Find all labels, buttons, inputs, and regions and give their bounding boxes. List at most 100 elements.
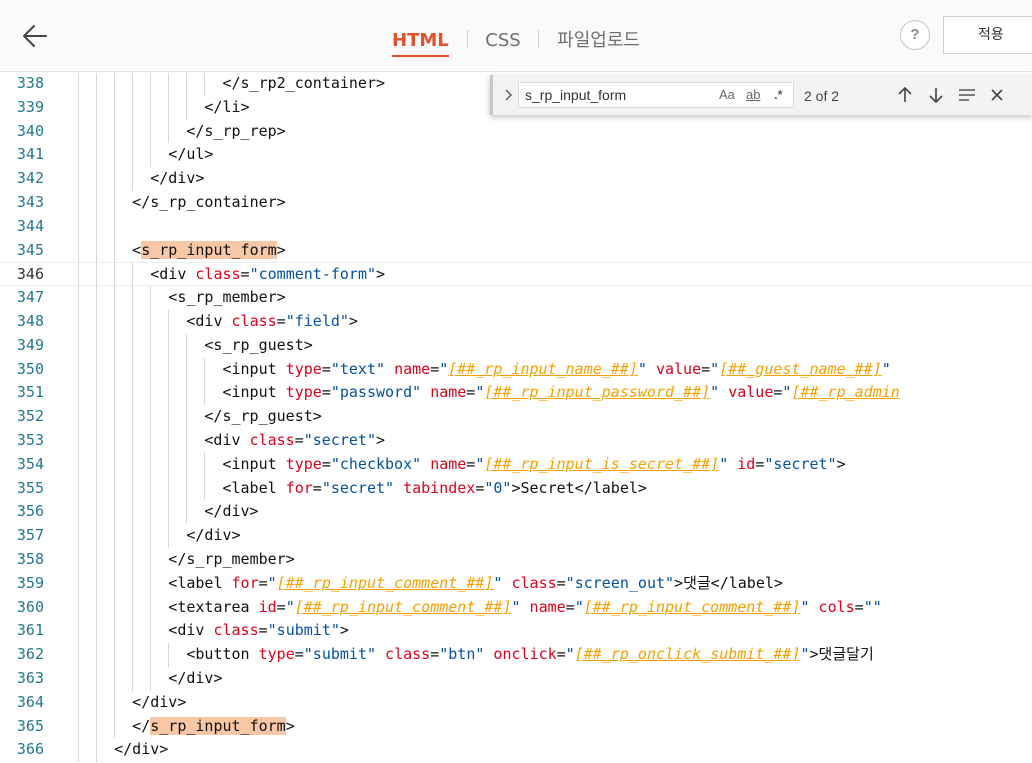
code-line[interactable]: 342 </div> xyxy=(0,167,1032,191)
code-line[interactable]: 361 <div class="submit"> xyxy=(0,619,1032,644)
code-line[interactable]: 359 <label for="[##_rp_input_comment_##]"… xyxy=(0,571,1032,596)
indent-guide xyxy=(150,310,152,334)
code-token: >Secret</label> xyxy=(511,478,647,497)
match-case-toggle[interactable]: Aa xyxy=(719,87,735,102)
close-icon[interactable] xyxy=(985,83,1009,107)
tab-html[interactable]: HTML xyxy=(392,26,449,57)
code-token: <s_rp_guest> xyxy=(204,335,313,354)
code-token: > xyxy=(276,240,286,259)
code-line[interactable]: 355 <label for="secret" tabindex="0">Secr… xyxy=(0,476,1032,501)
code-text: <s_rp_member> xyxy=(168,286,285,310)
attribute-value: "submit" xyxy=(303,645,377,664)
line-number: 361 xyxy=(16,621,44,640)
line-number: 356 xyxy=(16,502,44,521)
code-line[interactable]: 358 </s_rp_member> xyxy=(0,548,1032,572)
code-token: </li> xyxy=(204,97,250,116)
regex-toggle[interactable]: .* xyxy=(774,87,783,102)
code-token: <button xyxy=(186,645,259,664)
attribute-value: " xyxy=(710,383,720,402)
attribute-value: "checkbox" xyxy=(330,454,422,473)
code-text: <s_rp_input_form> xyxy=(132,239,286,263)
whole-word-toggle[interactable]: ab xyxy=(746,87,760,102)
line-number: 360 xyxy=(16,597,44,616)
indent-guide xyxy=(150,405,152,429)
code-line[interactable]: 347 <s_rp_member> xyxy=(0,286,1032,310)
indent-guide xyxy=(78,214,79,239)
tab-file-upload[interactable]: 파일업로드 xyxy=(557,22,640,58)
code-line[interactable]: 343 </s_rp_container> xyxy=(0,191,1032,215)
find-in-selection-icon[interactable] xyxy=(955,83,979,107)
next-match-icon[interactable] xyxy=(924,83,948,107)
indent-guide xyxy=(78,524,79,548)
code-token: < xyxy=(132,240,142,259)
indent-guide xyxy=(204,381,206,406)
code-line[interactable]: 352 </s_rp_guest> xyxy=(0,405,1032,429)
tab-css[interactable]: CSS xyxy=(485,26,520,57)
indent-guide xyxy=(168,500,170,525)
attribute-name: type xyxy=(285,359,322,378)
attribute-value: " xyxy=(565,645,575,664)
line-number: 359 xyxy=(16,573,44,592)
indent-guide xyxy=(96,286,98,310)
attribute-name: type xyxy=(285,454,322,473)
indent-guide xyxy=(114,571,116,596)
indent-guide xyxy=(78,548,79,572)
indent-guide xyxy=(96,310,98,334)
code-editor[interactable]: 338 </s_rp2_container> 339 </li> 340 </s_rp_r… xyxy=(0,73,1032,763)
chevron-right-icon[interactable] xyxy=(501,85,517,105)
code-text: <div class="secret"> xyxy=(204,429,385,453)
code-line[interactable]: 354 <input type="checkbox" name="[##_rp_i… xyxy=(0,452,1032,477)
code-token: = xyxy=(466,454,476,473)
code-token: = xyxy=(312,478,322,497)
code-token: = xyxy=(276,312,286,330)
line-number: 338 xyxy=(16,74,44,92)
code-text: <label for="secret" tabindex="0">Secret<… xyxy=(222,477,646,501)
code-line[interactable]: 340 </s_rp_rep> xyxy=(0,119,1032,144)
indent-guide xyxy=(78,595,79,620)
indent-guide xyxy=(168,119,170,144)
indent-guide xyxy=(150,73,152,96)
indent-guide xyxy=(78,714,79,739)
code-line[interactable]: 346 <div class="comment-form"> xyxy=(0,262,1032,287)
indent-guide xyxy=(114,381,116,406)
code-line[interactable]: 344 xyxy=(0,214,1032,239)
code-line[interactable]: 351 <input type="password" name="[##_rp_i… xyxy=(0,381,1032,406)
code-text: <div class="submit"> xyxy=(168,619,349,643)
code-line[interactable]: 364 </div> xyxy=(0,690,1032,715)
code-line[interactable]: 353 <div class="secret"> xyxy=(0,429,1032,453)
code-text: </s_rp2_container> xyxy=(222,73,385,96)
code-line[interactable]: 356 </div> xyxy=(0,500,1032,525)
line-number: 344 xyxy=(16,216,44,235)
code-line[interactable]: 348 <div class="field"> xyxy=(0,310,1032,334)
code-line[interactable]: 349 <s_rp_guest> xyxy=(0,333,1032,358)
attribute-value: " xyxy=(637,359,647,378)
code-line[interactable]: 363 </div> xyxy=(0,667,1032,691)
code-line[interactable]: 362 <button type="submit" class="btn" onc… xyxy=(0,643,1032,667)
line-number: 351 xyxy=(16,383,44,402)
help-button[interactable]: ? xyxy=(900,20,930,50)
code-token: = xyxy=(294,645,304,664)
indent-guide xyxy=(114,429,116,453)
template-placeholder: [##_rp_onclick_submit_##] xyxy=(574,645,801,664)
code-token: </div> xyxy=(168,669,223,687)
code-line[interactable]: 360 <textarea id="[##_rp_input_comment_##… xyxy=(0,595,1032,620)
code-line[interactable]: 345 <s_rp_input_form> xyxy=(0,238,1032,263)
code-line[interactable]: 341 </ul> xyxy=(0,143,1032,168)
code-line[interactable]: 365 </s_rp_input_form> xyxy=(0,714,1032,739)
indent-guide xyxy=(78,429,79,453)
indent-guide xyxy=(186,452,188,477)
indent-guide xyxy=(132,500,134,525)
apply-button[interactable]: 적용 xyxy=(943,16,1032,54)
indent-guide xyxy=(168,381,170,406)
code-token: <div xyxy=(204,431,250,449)
code-line[interactable]: 366 </div> xyxy=(0,738,1032,763)
attribute-name: for xyxy=(285,478,313,497)
code-line[interactable]: 350 <input type="text" name="[##_rp_input… xyxy=(0,357,1032,382)
code-token: <label xyxy=(168,573,232,592)
previous-match-icon[interactable] xyxy=(893,83,917,107)
code-line[interactable]: 357 </div> xyxy=(0,524,1032,548)
code-token: </s_rp_member> xyxy=(168,550,295,568)
indent-guide xyxy=(78,476,79,501)
code-token: > xyxy=(376,431,386,449)
